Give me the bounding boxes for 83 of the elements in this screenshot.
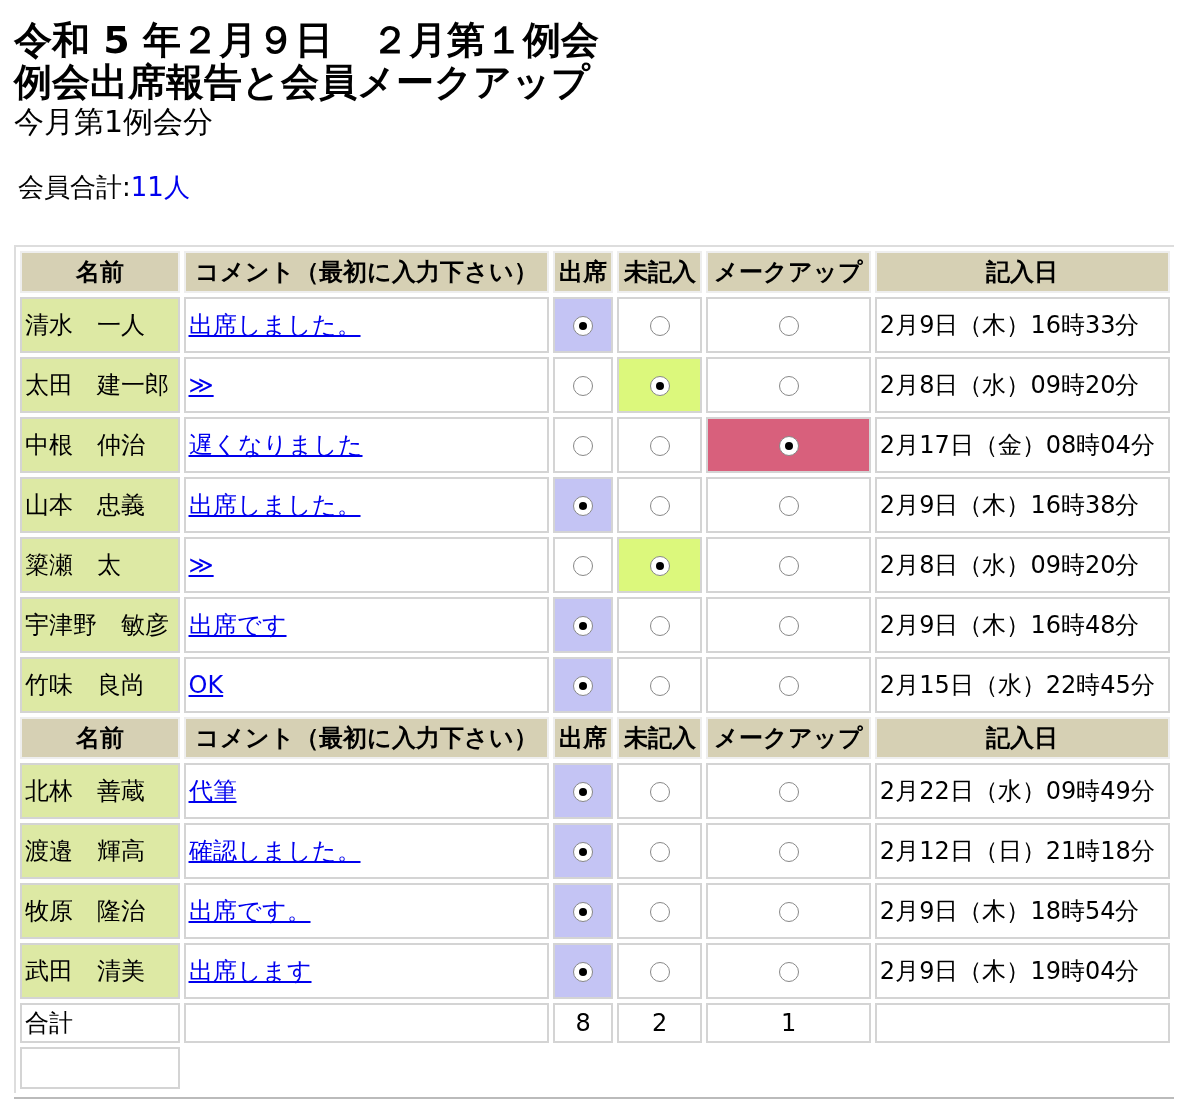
member-name-cell: 北林 善蔵 — [20, 763, 180, 819]
radio-button[interactable] — [573, 782, 594, 802]
column-header: 記入日 — [874, 717, 1170, 759]
total-count-cell: 8 — [553, 1003, 614, 1043]
radio-button[interactable] — [778, 376, 799, 396]
radio-button[interactable] — [649, 556, 670, 576]
entry-date-cell: 2月15日（水）22時45分 — [874, 657, 1170, 713]
radio-button[interactable] — [649, 782, 670, 802]
radio-button[interactable] — [778, 616, 799, 636]
member-name-cell: 清水 一人 — [20, 297, 180, 353]
entry-date-cell: 2月9日（木）19時04分 — [874, 943, 1170, 999]
radio-button[interactable] — [649, 676, 670, 696]
member-name-cell: 太田 建一郎 — [20, 357, 180, 413]
radio-button[interactable] — [649, 436, 670, 456]
column-header: 名前 — [20, 251, 180, 293]
column-header: 出席 — [553, 251, 614, 293]
member-name-cell: 簗瀬 太 — [20, 537, 180, 593]
member-total-label: 会員合計: — [18, 171, 131, 204]
column-header: 未記入 — [617, 251, 703, 293]
radio-button[interactable] — [573, 376, 594, 396]
radio-button[interactable] — [573, 496, 594, 516]
member-name-cell: 宇津野 敏彦 — [20, 597, 180, 653]
column-header: 未記入 — [617, 717, 703, 759]
radio-button[interactable] — [649, 316, 670, 336]
comment-link[interactable]: OK — [188, 671, 224, 699]
radio-button[interactable] — [573, 676, 594, 696]
radio-button[interactable] — [778, 676, 799, 696]
radio-button[interactable] — [778, 782, 799, 802]
column-header: メークアップ — [706, 251, 871, 293]
radio-button[interactable] — [649, 962, 670, 982]
radio-button[interactable] — [573, 616, 594, 636]
radio-button[interactable] — [649, 376, 670, 396]
radio-button[interactable] — [573, 436, 594, 456]
radio-button[interactable] — [649, 616, 670, 636]
comment-link[interactable]: ≫ — [188, 371, 214, 399]
comment-link[interactable]: 出席します — [188, 957, 312, 985]
report-title: 令和 5 年２月９日 ２月第１例会 — [14, 18, 600, 62]
column-header: 記入日 — [874, 251, 1170, 293]
totals-label-cell: 合計 — [20, 1003, 180, 1043]
column-header: 出席 — [553, 717, 614, 759]
column-header: メークアップ — [706, 717, 871, 759]
radio-button[interactable] — [649, 496, 670, 516]
radio-button[interactable] — [649, 902, 670, 922]
entry-date-cell: 2月8日（水）09時20分 — [874, 357, 1170, 413]
radio-button[interactable] — [573, 556, 594, 576]
total-count-cell: 1 — [706, 1003, 871, 1043]
member-name-cell: 山本 忠義 — [20, 477, 180, 533]
radio-button[interactable] — [778, 436, 799, 456]
radio-button[interactable] — [778, 496, 799, 516]
radio-button[interactable] — [573, 842, 594, 862]
radio-button[interactable] — [573, 316, 594, 336]
radio-button[interactable] — [778, 316, 799, 336]
column-header: コメント（最初に入力下さい） — [183, 251, 550, 293]
radio-button[interactable] — [649, 842, 670, 862]
member-name-cell: 渡邉 輝高 — [20, 823, 180, 879]
member-name-cell: 中根 仲治 — [20, 417, 180, 473]
entry-date-cell: 2月12日（日）21時18分 — [874, 823, 1170, 879]
report-subtitle: 例会出席報告と会員メークアップ — [14, 62, 592, 102]
entry-date-cell: 2月9日（木）18時54分 — [874, 883, 1170, 939]
radio-button[interactable] — [778, 842, 799, 862]
period-label: 今月第1例会分 — [14, 103, 215, 141]
total-count-cell: 2 — [617, 1003, 703, 1043]
radio-button[interactable] — [778, 902, 799, 922]
radio-button[interactable] — [573, 962, 594, 982]
column-header: 名前 — [20, 717, 180, 759]
entry-date-cell: 2月9日（木）16時33分 — [874, 297, 1170, 353]
member-name-cell: 武田 清美 — [20, 943, 180, 999]
radio-button[interactable] — [778, 962, 799, 982]
comment-link[interactable]: 代筆 — [188, 777, 237, 805]
radio-button[interactable] — [778, 556, 799, 576]
comment-link[interactable]: ≫ — [188, 551, 214, 579]
radio-button[interactable] — [573, 902, 594, 922]
entry-date-cell: 2月9日（木）16時48分 — [874, 597, 1170, 653]
entry-date-cell: 2月17日（金）08時04分 — [874, 417, 1170, 473]
column-header: コメント（最初に入力下さい） — [183, 717, 550, 759]
member-total-value: 11人 — [130, 171, 190, 204]
entry-date-cell: 2月9日（木）16時38分 — [874, 477, 1170, 533]
entry-date-cell: 2月8日（水）09時20分 — [874, 537, 1170, 593]
member-name-cell: 竹味 良尚 — [20, 657, 180, 713]
member-name-cell: 牧原 隆治 — [20, 883, 180, 939]
comment-link[interactable]: 出席です。 — [188, 897, 311, 925]
comment-link[interactable]: 出席です — [188, 611, 287, 639]
entry-date-cell: 2月22日（水）09時49分 — [874, 763, 1170, 819]
